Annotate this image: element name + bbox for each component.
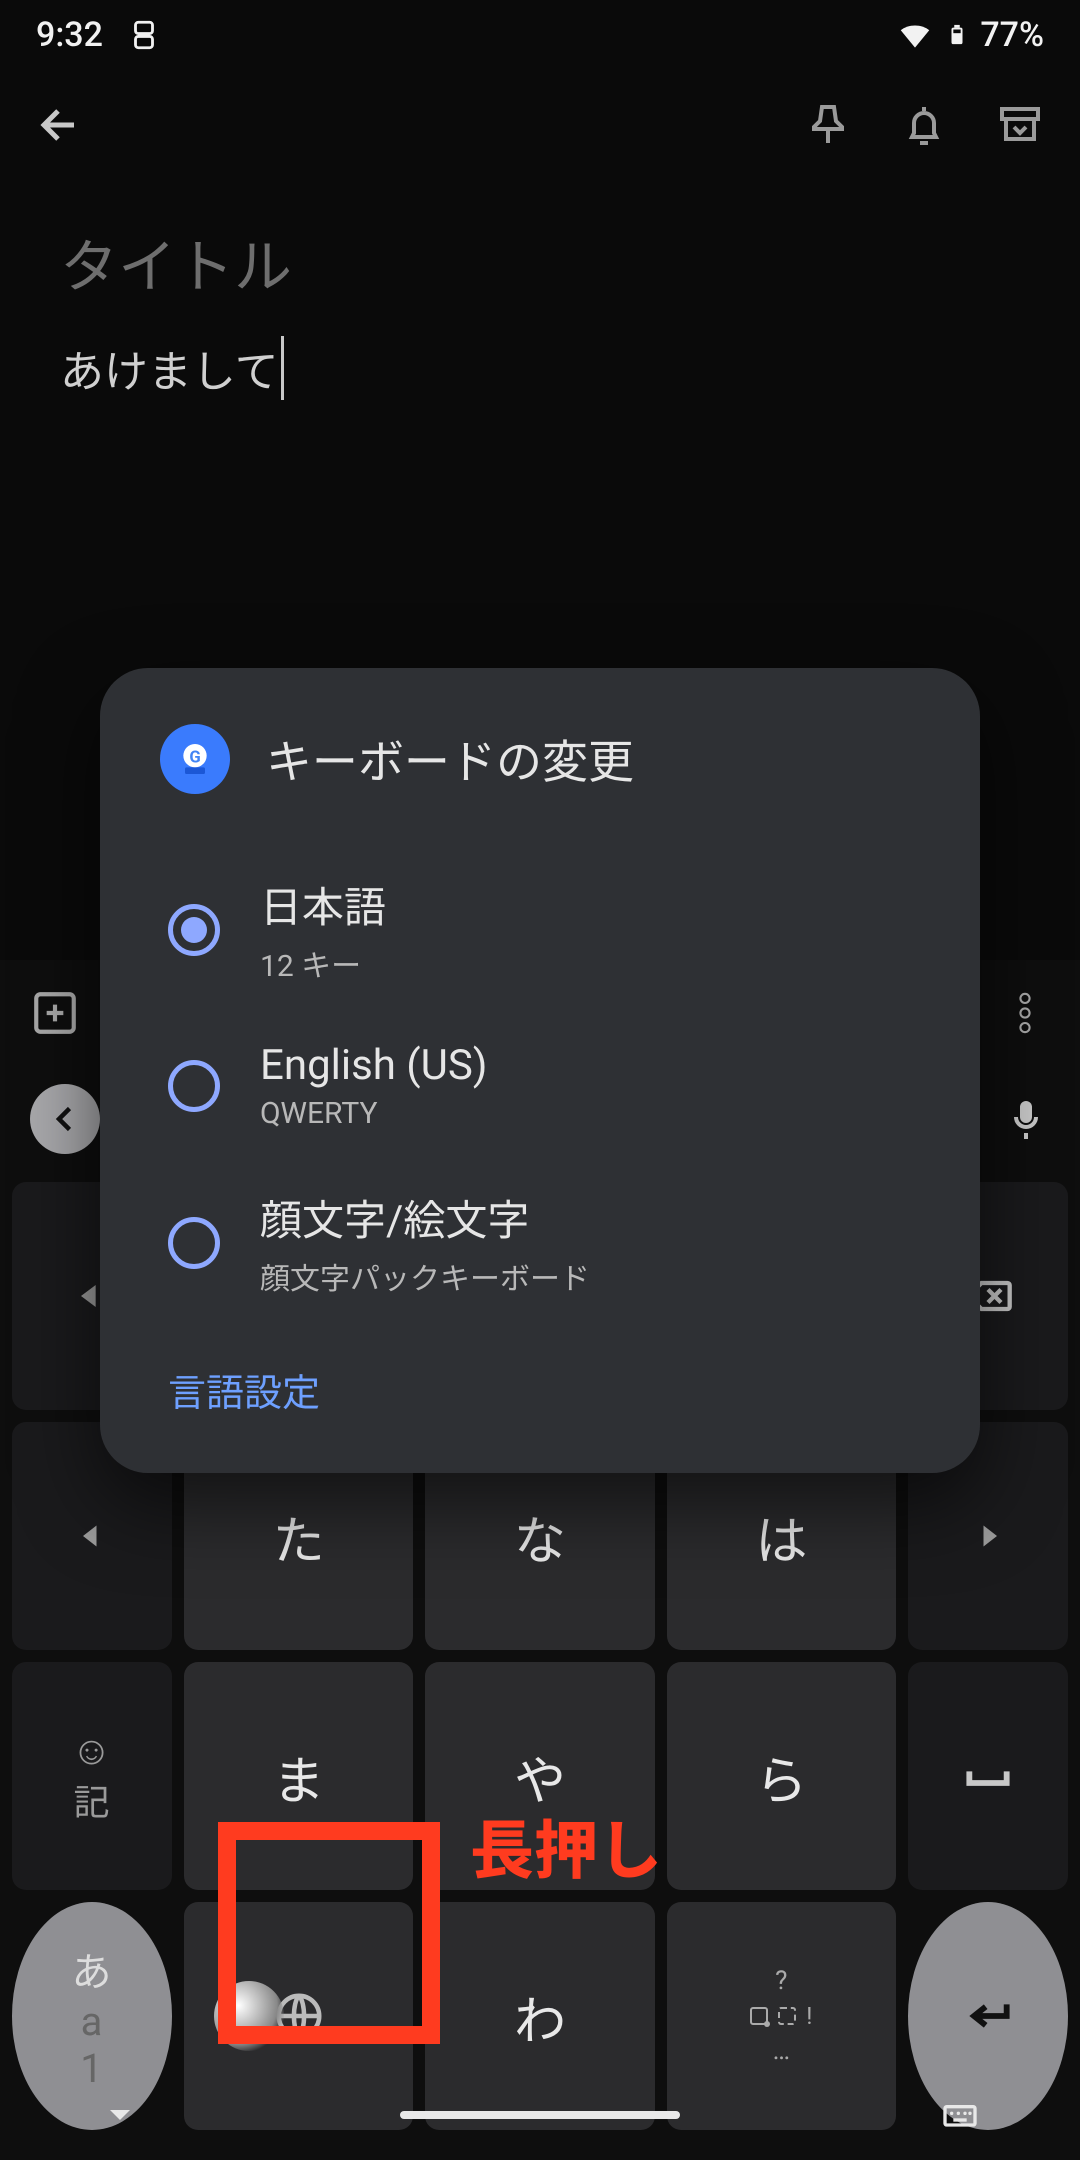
archive-icon[interactable]	[996, 101, 1044, 149]
keyboard-option-japanese[interactable]: 日本語 12 キー	[160, 846, 920, 1013]
nav-keyboard-icon[interactable]	[940, 2095, 980, 2135]
expand-chip[interactable]	[30, 1084, 100, 1154]
note-body-text[interactable]: あけまして	[60, 336, 284, 400]
radio-icon	[168, 1060, 220, 1112]
reminder-bell-icon[interactable]	[900, 101, 948, 149]
system-nav-bar	[0, 2070, 1080, 2160]
app-toolbar	[0, 70, 1080, 180]
note-title-placeholder[interactable]: タイトル	[60, 220, 1020, 304]
key-ya[interactable]: や	[425, 1662, 654, 1890]
change-keyboard-dialog: G キーボードの変更 日本語 12 キー English (US) QWERTY…	[100, 668, 980, 1473]
key-emoji-symbol[interactable]: ☺記	[12, 1662, 172, 1890]
add-box-icon[interactable]	[30, 988, 80, 1038]
battery-percent: 77%	[980, 15, 1044, 55]
radio-selected-icon	[168, 904, 220, 956]
status-misc-icon	[127, 18, 161, 52]
dialog-title: キーボードの変更	[266, 726, 634, 792]
radio-icon	[168, 1217, 220, 1269]
nav-home-pill[interactable]	[400, 2111, 680, 2119]
note-editor[interactable]: タイトル あけまして	[0, 180, 1080, 440]
language-settings-link[interactable]: 言語設定	[160, 1326, 920, 1425]
pin-icon[interactable]	[804, 101, 852, 149]
touch-glow	[214, 1981, 284, 2051]
key-ma[interactable]: ま	[184, 1662, 413, 1890]
keyboard-option-english[interactable]: English (US) QWERTY	[160, 1013, 920, 1159]
keyboard-option-kaomoji[interactable]: 顔文字/絵文字 顔文字パックキーボード	[160, 1159, 920, 1326]
nav-down-icon[interactable]	[100, 2095, 140, 2135]
more-vert-icon[interactable]	[1000, 988, 1050, 1038]
key-ra[interactable]: ら	[667, 1662, 896, 1890]
mic-icon[interactable]	[1002, 1095, 1050, 1143]
battery-icon	[946, 16, 968, 54]
key-space[interactable]	[908, 1662, 1068, 1890]
svg-text:G: G	[189, 748, 200, 767]
status-bar: 9:32 77%	[0, 0, 1080, 70]
status-time: 9:32	[36, 15, 103, 55]
gboard-app-icon: G	[160, 724, 230, 794]
wifi-icon	[896, 16, 934, 54]
back-icon[interactable]	[36, 101, 84, 149]
